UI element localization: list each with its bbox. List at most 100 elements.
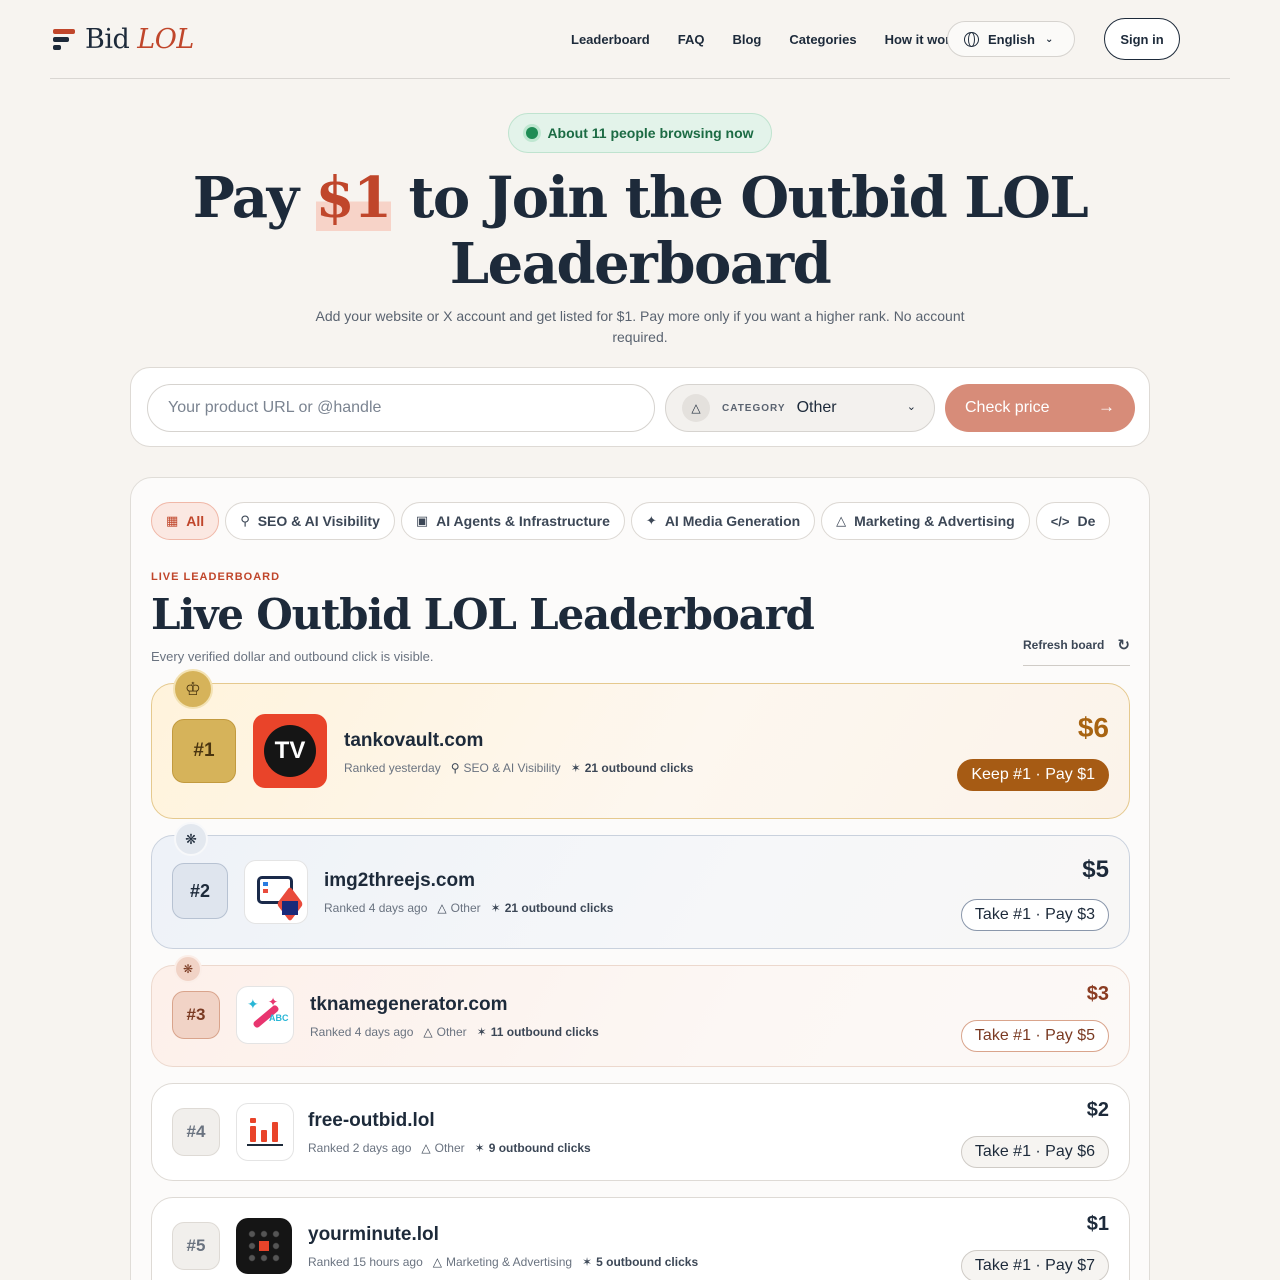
shapes-icon: △ bbox=[423, 1025, 433, 1039]
rank-badge: #3 bbox=[172, 991, 220, 1039]
click-icon: ✶ bbox=[490, 901, 501, 915]
site-domain[interactable]: tknamegenerator.com bbox=[310, 994, 507, 1016]
medal-icon: ❋ bbox=[174, 822, 208, 856]
rank-badge: #5 bbox=[172, 1222, 220, 1270]
bid-price: $6 bbox=[1077, 712, 1109, 743]
search-icon: ⚲ bbox=[240, 513, 250, 528]
browsing-now-badge: About 11 people browsing now bbox=[508, 113, 772, 153]
site-logo bbox=[236, 1103, 294, 1161]
leaderboard-row-4[interactable]: #4 free-outbid.lol Ranked 2 days ago △ Oth… bbox=[151, 1083, 1130, 1181]
shapes-icon: △ bbox=[432, 1255, 442, 1269]
take-first-button[interactable]: Take #1 · Pay $6 bbox=[960, 1136, 1109, 1168]
site-logo bbox=[244, 860, 308, 924]
hero-subtitle: Add your website or X account and get li… bbox=[315, 308, 965, 345]
rank-badge: #4 bbox=[172, 1108, 220, 1156]
live-dot-icon bbox=[526, 127, 539, 139]
main-nav: Leaderboard FAQ Blog Categories How it w… bbox=[571, 0, 993, 79]
hero-title: Pay $1 to Join the Outbid LOL Leaderboar… bbox=[192, 165, 1089, 297]
tab-marketing[interactable]: △ Marketing & Advertising bbox=[821, 502, 1030, 540]
leaderboard-row-1[interactable]: #1 TV tankovault.com Ranked yesterday ⚲ SE… bbox=[151, 683, 1130, 819]
click-icon: ✶ bbox=[476, 1025, 487, 1039]
tab-ai-agents[interactable]: ▣ AI Agents & Infrastructure bbox=[400, 502, 625, 540]
globe-icon bbox=[964, 31, 979, 47]
click-icon: ✶ bbox=[474, 1141, 485, 1155]
grid-icon: ▦ bbox=[166, 513, 179, 528]
brand-name-accent: LOL bbox=[137, 23, 194, 55]
click-icon: ✶ bbox=[570, 761, 581, 775]
bid-price: $3 bbox=[1086, 983, 1109, 1005]
leaderboard-row-3[interactable]: #3 ✦ ✦ ABC tknamegenerator.com Ranked 4 … bbox=[151, 965, 1130, 1067]
site-meta: Ranked yesterday ⚲ SEO & AI Visibility ✶ 21 … bbox=[344, 761, 694, 775]
search-icon: ⚲ bbox=[450, 761, 460, 775]
submit-form: △ CATEGORY Other ⌄ Check price → bbox=[130, 367, 1150, 447]
site-domain[interactable]: free-outbid.lol bbox=[308, 1110, 435, 1132]
shapes-icon: △ bbox=[437, 901, 447, 915]
nav-categories[interactable]: Categories bbox=[789, 32, 856, 47]
shapes-icon: △ bbox=[836, 513, 847, 528]
site-logo bbox=[236, 1218, 292, 1274]
browsing-now-text: About 11 people browsing now bbox=[547, 125, 754, 141]
language-label: English bbox=[988, 31, 1035, 47]
shapes-icon: △ bbox=[421, 1141, 431, 1155]
robot-icon: ▣ bbox=[415, 513, 429, 528]
tab-ai-media[interactable]: ✦ AI Media Generation bbox=[630, 502, 816, 540]
category-label: CATEGORY bbox=[722, 402, 786, 414]
category-select[interactable]: △ CATEGORY Other ⌄ bbox=[665, 384, 935, 432]
refresh-board-button[interactable]: Refresh board ↻ bbox=[1023, 637, 1130, 666]
nav-faq[interactable]: FAQ bbox=[678, 32, 705, 47]
tab-developer[interactable]: </> De bbox=[1035, 502, 1111, 540]
bid-price: $2 bbox=[1086, 1099, 1109, 1121]
check-price-label: Check price bbox=[965, 399, 1050, 416]
site-domain[interactable]: tankovault.com bbox=[344, 730, 483, 752]
check-price-button[interactable]: Check price → bbox=[945, 384, 1135, 432]
nav-leaderboard[interactable]: Leaderboard bbox=[571, 32, 650, 47]
product-url-input[interactable] bbox=[147, 384, 655, 432]
site-meta: Ranked 4 days ago △ Other ✶ 11 outbound clic… bbox=[310, 1025, 599, 1039]
arrow-right-icon: → bbox=[1098, 397, 1115, 416]
click-icon: ✶ bbox=[582, 1255, 593, 1269]
code-icon: </> bbox=[1050, 513, 1070, 529]
refresh-board-label: Refresh board bbox=[1023, 638, 1105, 652]
tab-all[interactable]: ▦ All bbox=[151, 502, 220, 540]
tab-seo-ai-visibility[interactable]: ⚲ SEO & AI Visibility bbox=[225, 502, 395, 540]
tv-logo-mark: TV bbox=[264, 725, 316, 777]
category-value: Other bbox=[796, 399, 837, 416]
take-first-button[interactable]: Take #1 · Pay $3 bbox=[960, 899, 1109, 931]
site-meta: Ranked 2 days ago △ Other ✶ 9 outbound click… bbox=[308, 1141, 591, 1155]
take-first-button[interactable]: Take #1 · Pay $5 bbox=[960, 1020, 1109, 1052]
site-domain[interactable]: img2threejs.com bbox=[324, 870, 475, 892]
site-logo: TV bbox=[253, 714, 327, 788]
sign-in-button[interactable]: Sign in bbox=[1104, 18, 1180, 60]
leaderboard-panel: ▦ All ⚲ SEO & AI Visibility ▣ AI Agents & Inf… bbox=[130, 477, 1150, 1280]
leaderboard-row-2[interactable]: #2 img2threejs.com Ranked 4 days ago △ Oth… bbox=[151, 835, 1130, 949]
leaderboard-row-5[interactable]: #5 yourminute.lol Ranked 15 hours ago △ Ma… bbox=[151, 1197, 1130, 1280]
site-meta: Ranked 4 days ago △ Other ✶ 21 outbound clic… bbox=[324, 901, 614, 915]
chevron-down-icon: ⌄ bbox=[906, 401, 916, 413]
brand-name: Bid LOL bbox=[85, 23, 194, 55]
hero-title-highlight: $1 bbox=[315, 165, 392, 231]
language-selector[interactable]: English ⌄ bbox=[947, 21, 1075, 57]
brand-logo[interactable]: Bid LOL bbox=[53, 24, 194, 55]
category-tabs: ▦ All ⚲ SEO & AI Visibility ▣ AI Agents & Inf… bbox=[151, 502, 1130, 542]
brand-mark-icon bbox=[53, 28, 75, 50]
rank-badge: #2 bbox=[172, 863, 228, 919]
bid-price: $5 bbox=[1082, 856, 1109, 883]
rank-badge: #1 bbox=[172, 719, 236, 783]
take-first-button[interactable]: Take #1 · Pay $7 bbox=[960, 1250, 1109, 1280]
bid-price: $1 bbox=[1086, 1213, 1109, 1235]
keep-rank-button[interactable]: Keep #1 · Pay $1 bbox=[957, 759, 1109, 791]
leaderboard-subtitle: Every verified dollar and outbound click… bbox=[151, 649, 434, 664]
sparkle-icon: ✦ bbox=[645, 513, 657, 528]
site-domain[interactable]: yourminute.lol bbox=[308, 1224, 439, 1246]
nav-blog[interactable]: Blog bbox=[732, 32, 761, 47]
chevron-down-icon: ⌄ bbox=[1044, 33, 1054, 45]
leaderboard-eyebrow: LIVE LEADERBOARD bbox=[151, 571, 281, 583]
shapes-icon: △ bbox=[682, 394, 710, 422]
leaderboard-title: Live Outbid LOL Leaderboard bbox=[151, 590, 815, 639]
refresh-icon: ↻ bbox=[1117, 637, 1130, 654]
bar-chart-icon bbox=[250, 1126, 256, 1142]
crown-icon: ♔ bbox=[173, 669, 213, 709]
medal-icon: ❋ bbox=[174, 955, 202, 983]
site-meta: Ranked 15 hours ago △ Marketing & Advertis… bbox=[308, 1255, 699, 1269]
site-logo: ✦ ✦ ABC bbox=[236, 986, 294, 1044]
